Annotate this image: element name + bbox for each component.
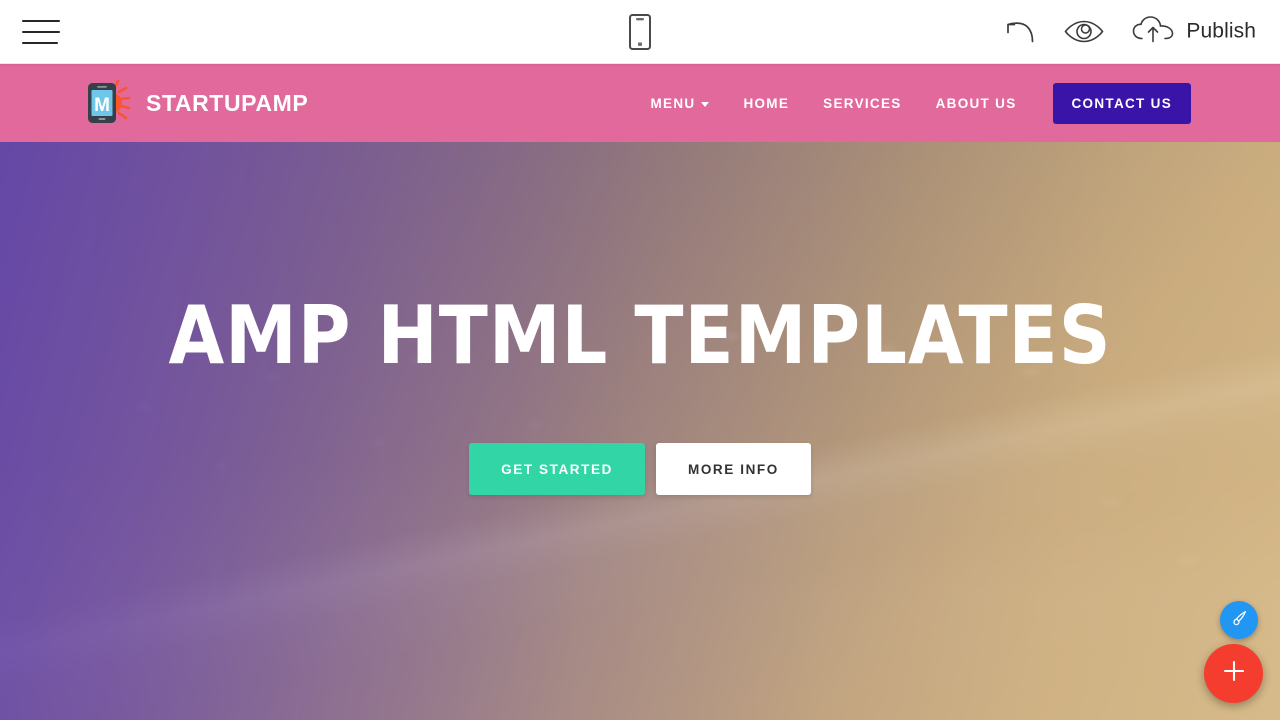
editor-toolbar: Publish <box>0 0 1280 64</box>
hamburger-line <box>22 30 60 33</box>
nav-item-label: ABOUT US <box>935 95 1017 111</box>
hero-section: AMP HTML TEMPLATES GET STARTED MORE INFO <box>0 142 1280 720</box>
paint-brush-icon <box>1229 608 1249 633</box>
nav-item-services[interactable]: SERVICES <box>806 96 918 111</box>
nav-item-label: HOME <box>743 95 790 111</box>
publish-label: Publish <box>1186 19 1256 43</box>
plus-icon <box>1220 657 1248 690</box>
brand-logo-link[interactable]: M STARTUPAMP <box>82 78 308 128</box>
toolbar-actions: Publish <box>1003 14 1256 49</box>
more-info-button[interactable]: MORE INFO <box>655 443 811 495</box>
brand-name: STARTUPAMP <box>146 89 309 116</box>
chevron-down-icon <box>701 101 710 107</box>
contact-us-button[interactable]: CONTACT US <box>1052 82 1191 124</box>
hero-title: AMP HTML TEMPLATES <box>168 289 1112 382</box>
eye-icon[interactable] <box>1063 18 1105 46</box>
phone-sun-logo-icon: M <box>82 78 132 128</box>
add-block-fab[interactable] <box>1204 644 1263 703</box>
hamburger-menu-icon[interactable] <box>22 19 60 45</box>
style-editor-fab[interactable] <box>1220 601 1258 639</box>
nav-item-label: SERVICES <box>823 95 902 111</box>
nav-item-about-us[interactable]: ABOUT US <box>919 96 1034 111</box>
svg-text:M: M <box>94 95 110 116</box>
hamburger-line <box>22 19 60 22</box>
mobile-device-icon[interactable] <box>619 11 661 53</box>
get-started-button[interactable]: GET STARTED <box>469 443 645 495</box>
publish-button[interactable]: Publish <box>1131 14 1256 49</box>
primary-nav: MENU HOME SERVICES ABOUT US CONTACT US <box>634 82 1191 124</box>
nav-item-home[interactable]: HOME <box>726 96 806 111</box>
cloud-upload-icon <box>1131 14 1175 49</box>
site-navbar: M STARTUPAMP MENU HOME SERVICES ABOUT US… <box>0 64 1280 142</box>
nav-item-menu[interactable]: MENU <box>634 96 727 111</box>
undo-arrow-icon[interactable] <box>1003 19 1037 45</box>
hero-content: AMP HTML TEMPLATES GET STARTED MORE INFO <box>0 142 1280 720</box>
hero-cta-group: GET STARTED MORE INFO <box>469 443 811 495</box>
hamburger-line <box>22 41 58 44</box>
nav-item-label: MENU <box>650 95 696 111</box>
